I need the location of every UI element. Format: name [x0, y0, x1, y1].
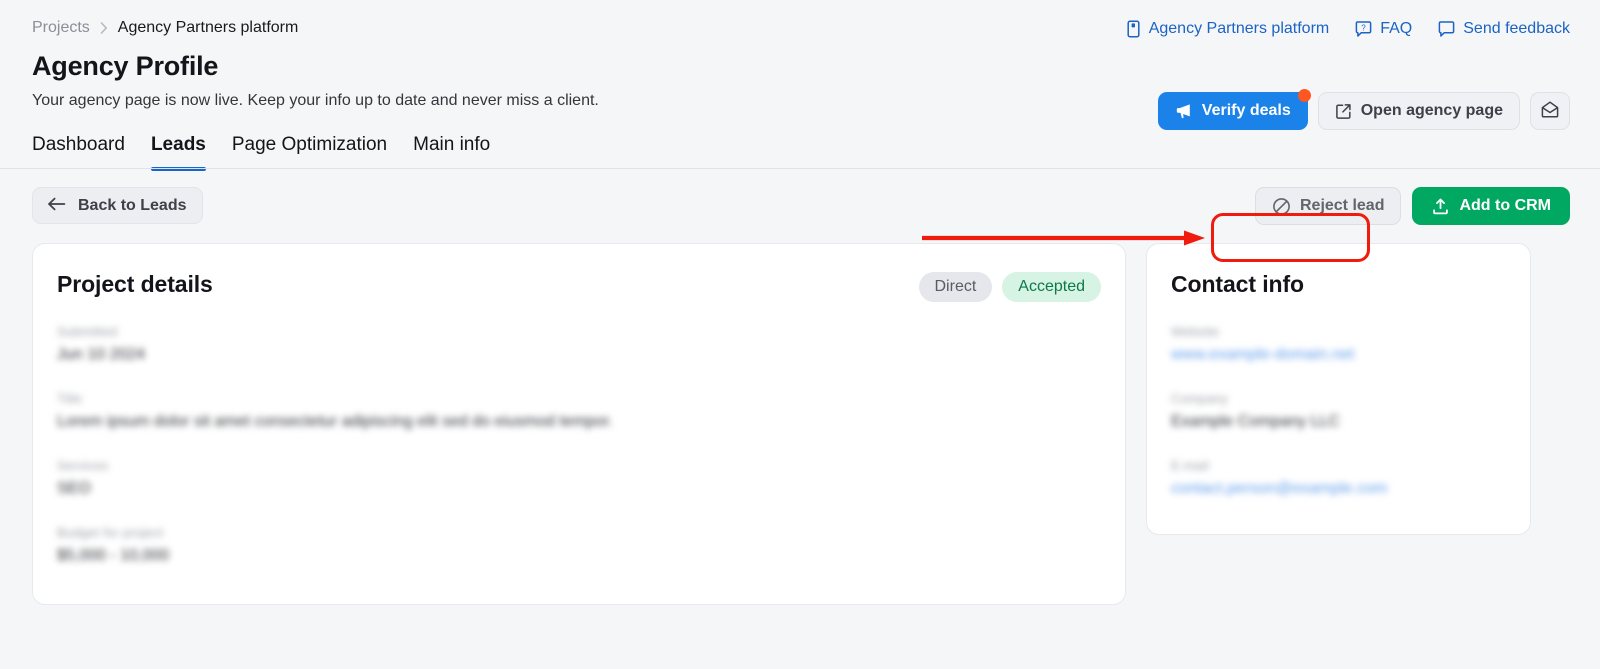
verify-deals-notification-dot [1297, 89, 1311, 102]
project-field-services: Services SEO [57, 458, 1101, 499]
back-to-leads-button[interactable]: Back to Leads [32, 187, 204, 224]
contact-field-company-label: Company [1171, 391, 1229, 406]
tabs-bar: Dashboard Leads Page Optimization Main i… [0, 133, 1600, 171]
project-field-submitted-label: Submitted [57, 324, 118, 339]
lead-action-bar: Back to Leads Reject lead Add to CRM [0, 169, 1600, 231]
contact-field-email-value[interactable]: contact.person@example.com [1171, 479, 1506, 499]
external-link-icon [1335, 103, 1352, 120]
contact-info-title: Contact info [1171, 271, 1304, 297]
book-icon [1126, 20, 1141, 38]
badge-direct: Direct [918, 272, 993, 302]
project-field-budget-value: $5,000 - 10,000 [57, 547, 170, 564]
reject-lead-button[interactable]: Reject lead [1254, 187, 1402, 225]
send-feedback-link[interactable]: Send feedback [1438, 19, 1570, 39]
tab-leads[interactable]: Leads [150, 133, 206, 171]
faq-label: FAQ [1380, 20, 1413, 37]
faq-bubble-icon: ? [1355, 20, 1372, 38]
faq-link[interactable]: ? FAQ [1355, 19, 1412, 39]
lead-decision-buttons: Reject lead Add to CRM [1254, 187, 1570, 225]
project-field-budget-label: Budget for project [57, 525, 164, 540]
svg-text:?: ? [1362, 23, 1367, 32]
contact-field-website-label: Website [1171, 324, 1220, 339]
project-field-title-label: Title [57, 391, 83, 406]
megaphone-icon [1175, 102, 1193, 120]
contact-field-email: E-mail contact.person@example.com [1171, 458, 1506, 499]
project-details-card: Project details Direct Accepted Submitte… [32, 243, 1126, 605]
contact-field-company: Company Example Company LLC [1171, 391, 1506, 432]
open-agency-page-button[interactable]: Open agency page [1317, 92, 1520, 130]
page-title: Agency Profile [32, 51, 219, 81]
tabs: Dashboard Leads Page Optimization Main i… [32, 133, 1568, 171]
reject-lead-label: Reject lead [1299, 197, 1385, 214]
upload-icon [1431, 197, 1450, 216]
open-envelope-icon [1540, 100, 1560, 122]
contact-field-website: Website www.example-domain.net [1171, 324, 1506, 365]
project-field-submitted: Submitted Jun 10 2024 [57, 324, 1101, 365]
project-field-budget: Budget for project $5,000 - 10,000 [57, 525, 1101, 566]
messages-button[interactable] [1530, 92, 1570, 130]
project-field-services-label: Services [57, 458, 109, 473]
contact-field-company-value: Example Company LLC [1171, 413, 1340, 430]
project-field-title: Title Lorem ipsum dolor sit amet consect… [57, 391, 1101, 432]
open-agency-page-label: Open agency page [1360, 102, 1503, 119]
contact-info-card: Contact info Website www.example-domain.… [1146, 243, 1531, 535]
project-status-badges: Direct Accepted [918, 272, 1101, 302]
header-links: Agency Partners platform ? FAQ Send feed… [1126, 19, 1570, 39]
agency-profile-page: Projects Agency Partners platform Agency… [0, 0, 1600, 669]
contact-field-email-label: E-mail [1171, 458, 1210, 473]
tab-main-info[interactable]: Main info [413, 133, 490, 169]
contact-field-website-value[interactable]: www.example-domain.net [1171, 345, 1506, 365]
feedback-bubble-icon [1438, 20, 1455, 38]
project-field-submitted-value: Jun 10 2024 [57, 346, 146, 363]
breadcrumb-current: Agency Partners platform [117, 19, 299, 36]
ban-circle-icon [1272, 197, 1291, 216]
add-to-crm-button[interactable]: Add to CRM [1412, 187, 1570, 225]
agency-partners-platform-link[interactable]: Agency Partners platform [1126, 19, 1330, 39]
breadcrumb-projects-link[interactable]: Projects [32, 18, 90, 38]
verify-deals-button[interactable]: Verify deals [1157, 89, 1311, 130]
verify-deals-label: Verify deals [1201, 102, 1291, 119]
header-action-buttons: Verify deals Open agency page [1157, 89, 1570, 130]
tab-dashboard[interactable]: Dashboard [32, 133, 125, 169]
page-header: Projects Agency Partners platform Agency… [0, 0, 1600, 130]
project-field-title-value: Lorem ipsum dolor sit amet consectetur a… [57, 413, 613, 430]
badge-accepted: Accepted [1002, 272, 1101, 302]
add-to-crm-label: Add to CRM [1459, 197, 1551, 214]
lead-detail-cards: Project details Direct Accepted Submitte… [0, 231, 1600, 605]
back-to-leads-label: Back to Leads [78, 196, 187, 214]
tab-page-optimization[interactable]: Page Optimization [232, 133, 387, 169]
arrow-left-icon [47, 197, 66, 215]
project-field-services-value: SEO [57, 480, 91, 497]
agency-partners-platform-label: Agency Partners platform [1148, 20, 1330, 37]
chevron-right-icon [100, 22, 108, 34]
send-feedback-label: Send feedback [1463, 20, 1570, 37]
